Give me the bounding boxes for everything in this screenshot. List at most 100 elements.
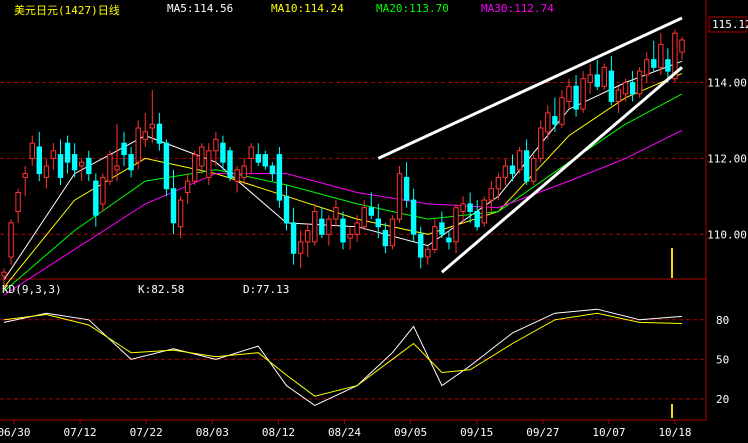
candle-body [389,218,396,247]
candle-body [121,142,127,156]
candle [79,158,85,182]
candle-body [679,39,685,53]
candle-body [587,74,593,84]
candle [333,200,339,227]
candle-body [559,97,565,125]
candle-body [580,78,586,110]
candle [15,188,21,223]
candle-body [665,59,671,72]
candle [552,97,558,132]
candle-body [142,131,149,140]
candle [149,90,156,144]
candle [389,215,396,250]
candle [495,173,502,201]
candle-body [269,165,276,175]
candle-body [234,169,240,182]
x-tick-label: 06/30 [0,426,31,439]
candle-body [509,165,516,175]
ma10-readout: MA10:114.24 [271,2,344,15]
candle [8,219,14,265]
candle [170,169,177,235]
candle [396,165,403,223]
candle [199,143,205,174]
candle-body [432,226,438,250]
candle-body [502,165,509,178]
candle-body [163,142,170,190]
candle-body [545,112,551,133]
candle-body [50,150,57,159]
candle [432,219,438,254]
candle-body [36,146,42,175]
candle [368,192,375,220]
price-tick-label: 110.00 [707,228,747,241]
candle [615,86,622,113]
ma20-line [3,93,683,292]
x-tick-label: 09/05 [394,426,427,439]
candle [382,222,389,254]
candle-body [333,207,339,220]
candle-body [622,82,629,95]
candle [651,40,657,72]
x-tick-label: 08/12 [262,426,295,439]
candle-body [629,82,636,95]
candle [206,143,212,185]
x-tick-label: 09/27 [526,426,559,439]
candle-body [213,138,219,152]
candle-body [312,211,318,243]
candle-body [290,222,297,254]
kd-marker [671,404,673,418]
candle-body [241,165,247,178]
candle-body [368,207,375,216]
candle [227,147,233,182]
candle [446,230,452,250]
candle [248,143,254,174]
candle-body [531,157,537,182]
candle-body [305,230,311,243]
candle-body [396,173,403,220]
candle [121,131,127,166]
y-axis-labels: 110.00 112.00 114.00 20 50 80 [707,77,747,406]
candle-body [248,146,254,159]
candle [192,150,198,185]
kd-indicator-name: KD(9,3,3) [2,283,62,296]
candle [531,154,537,185]
candle-body [354,222,360,235]
grid-lines [0,82,706,400]
candle-body [276,154,283,201]
candle-body [184,180,191,194]
candle [538,120,544,163]
candle-body [467,203,473,212]
price-tick-label: 112.00 [707,152,747,165]
candle [297,230,304,269]
candle-body [29,142,36,159]
x-tick-label: 09/15 [460,426,493,439]
candle [114,124,120,182]
ma30-readout: MA30:112.74 [481,2,554,15]
candle [57,139,64,185]
candle-body [192,154,198,182]
candle [340,211,346,250]
candle-body [410,199,417,235]
candle [545,105,551,140]
candle-body [57,154,64,178]
candle-body [481,199,488,224]
candle [573,74,579,117]
candle [453,203,459,254]
candle-body [43,165,50,178]
price-tick-label: 114.00 [707,77,747,90]
d-line [3,312,683,397]
candle-body [552,116,558,125]
moving-average-lines [3,60,683,296]
k-line [3,308,683,406]
candle [276,147,283,208]
candle [467,192,473,223]
ma5-readout: MA5:114.56 [167,2,234,15]
candle [347,226,353,250]
candle-body [340,218,346,243]
candle [679,36,685,60]
candle [156,112,163,151]
candle [410,188,417,242]
candle-body [297,241,304,254]
candle-body [382,230,389,247]
candle [516,147,523,174]
